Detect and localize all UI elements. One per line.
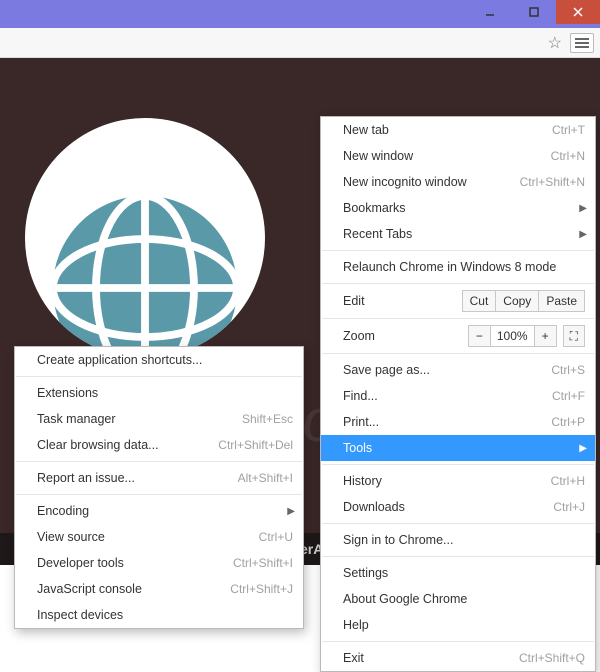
item-inspect-devices[interactable]: Inspect devices	[15, 602, 303, 628]
separator	[322, 641, 594, 642]
item-signin[interactable]: Sign in to Chrome...	[321, 527, 595, 553]
toolbar: ☆	[0, 28, 600, 58]
item-devtools[interactable]: Developer toolsCtrl+Shift+I	[15, 550, 303, 576]
main-menu: New tabCtrl+T New windowCtrl+N New incog…	[320, 116, 596, 672]
item-extensions[interactable]: Extensions	[15, 380, 303, 406]
fullscreen-button[interactable]: ⛶	[563, 325, 585, 347]
item-js-console[interactable]: JavaScript consoleCtrl+Shift+J	[15, 576, 303, 602]
item-save[interactable]: Save page as...Ctrl+S	[321, 357, 595, 383]
page-content: k.com erArmor New tabCtrl+T New windowCt…	[0, 58, 600, 565]
item-about[interactable]: About Google Chrome	[321, 586, 595, 612]
item-history[interactable]: HistoryCtrl+H	[321, 468, 595, 494]
paste-button[interactable]: Paste	[539, 290, 585, 312]
item-print[interactable]: Print...Ctrl+P	[321, 409, 595, 435]
item-new-window[interactable]: New windowCtrl+N	[321, 143, 595, 169]
separator	[322, 464, 594, 465]
separator	[322, 250, 594, 251]
item-bookmarks[interactable]: Bookmarks▶	[321, 195, 595, 221]
chevron-right-icon: ▶	[579, 443, 587, 454]
chevron-right-icon: ▶	[579, 203, 587, 214]
item-task-manager[interactable]: Task managerShift+Esc	[15, 406, 303, 432]
minimize-button[interactable]	[468, 0, 512, 24]
separator	[322, 556, 594, 557]
item-create-shortcuts[interactable]: Create application shortcuts...	[15, 347, 303, 373]
logo-globe	[25, 118, 265, 358]
item-incognito[interactable]: New incognito windowCtrl+Shift+N	[321, 169, 595, 195]
zoom-label: Zoom	[343, 329, 468, 343]
cut-button[interactable]: Cut	[462, 290, 497, 312]
item-help[interactable]: Help	[321, 612, 595, 638]
zoom-out-button[interactable]: −	[468, 325, 491, 347]
item-tools[interactable]: Tools▶	[321, 435, 595, 461]
item-encoding[interactable]: Encoding▶	[15, 498, 303, 524]
main-menu-button[interactable]	[570, 33, 594, 53]
zoom-value: 100%	[491, 325, 534, 347]
separator	[16, 494, 302, 495]
separator	[16, 461, 302, 462]
zoom-in-button[interactable]: +	[534, 325, 557, 347]
item-view-source[interactable]: View sourceCtrl+U	[15, 524, 303, 550]
separator	[322, 318, 594, 319]
item-edit: Edit Cut Copy Paste	[321, 287, 595, 315]
bookmark-star-icon[interactable]: ☆	[548, 33, 562, 53]
separator	[322, 353, 594, 354]
window-titlebar	[0, 0, 600, 28]
item-find[interactable]: Find...Ctrl+F	[321, 383, 595, 409]
separator	[322, 523, 594, 524]
chevron-right-icon: ▶	[287, 506, 295, 517]
edit-label: Edit	[343, 294, 462, 308]
item-downloads[interactable]: DownloadsCtrl+J	[321, 494, 595, 520]
chevron-right-icon: ▶	[579, 229, 587, 240]
item-clear-data[interactable]: Clear browsing data...Ctrl+Shift+Del	[15, 432, 303, 458]
item-new-tab[interactable]: New tabCtrl+T	[321, 117, 595, 143]
item-zoom: Zoom − 100% + ⛶	[321, 322, 595, 350]
item-settings[interactable]: Settings	[321, 560, 595, 586]
separator	[322, 283, 594, 284]
separator	[16, 376, 302, 377]
item-report-issue[interactable]: Report an issue...Alt+Shift+I	[15, 465, 303, 491]
close-button[interactable]	[556, 0, 600, 24]
item-relaunch[interactable]: Relaunch Chrome in Windows 8 mode	[321, 254, 595, 280]
copy-button[interactable]: Copy	[496, 290, 539, 312]
item-recent-tabs[interactable]: Recent Tabs▶	[321, 221, 595, 247]
tools-submenu: Create application shortcuts... Extensio…	[14, 346, 304, 629]
maximize-button[interactable]	[512, 0, 556, 24]
item-exit[interactable]: ExitCtrl+Shift+Q	[321, 645, 595, 671]
